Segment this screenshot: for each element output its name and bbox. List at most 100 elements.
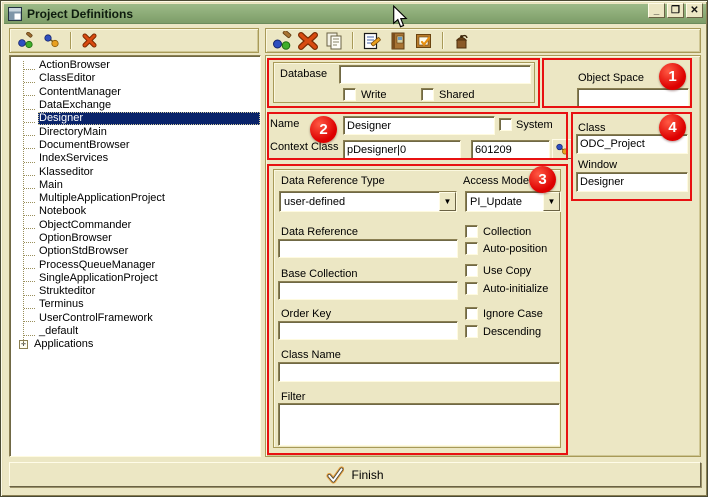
use-copy-checkbox[interactable] [465,264,478,277]
data-reference-type-label: Data Reference Type [281,175,385,187]
system-label: System [516,119,553,131]
tree-item[interactable]: ActionBrowser [24,59,260,72]
tree-item[interactable]: Strukteditor [24,285,260,298]
tree-connector [24,328,35,336]
auto-position-checkbox[interactable] [465,242,478,255]
collection-checkbox[interactable] [465,225,478,238]
name-input[interactable] [343,116,495,135]
tree-connector [24,301,35,309]
tree-item-label: OptionStdBrowser [38,245,131,258]
tree-item[interactable]: Main [24,179,260,192]
tree-connector [24,88,35,96]
write-label: Write [361,89,386,101]
tree-item[interactable]: Terminus [24,298,260,311]
delete-icon[interactable] [297,30,318,51]
tree-item-label: SingleApplicationProject [38,272,161,285]
tree-item[interactable]: ObjectCommander [24,219,260,232]
tree-item-label: Strukteditor [38,285,98,298]
tree-item-label: DirectoryMain [38,126,110,139]
tree-item[interactable]: +Applications [24,338,260,351]
tree-item-label: ObjectCommander [38,219,134,232]
project-definitions-window: Project Definitions _ ❒ ✕ [0,0,708,497]
tree-item-label: UserControlFramework [38,312,156,325]
project-tree: ActionBrowserClassEditorContentManagerDa… [9,55,261,457]
class-picker-button[interactable] [552,139,572,159]
delete-icon[interactable] [79,30,100,51]
tree-connector [24,274,35,282]
ignore-case-checkbox[interactable] [465,307,478,320]
tree-connector [24,181,35,189]
tree-item[interactable]: SingleApplicationProject [24,272,260,285]
tree-connector [24,155,35,163]
tree-connector [24,221,35,229]
tree-item[interactable]: DataExchange [24,99,260,112]
mill-icon[interactable] [451,30,472,51]
data-reference-input[interactable] [278,239,458,258]
write-checkbox[interactable] [343,88,356,101]
class-name-label: Class Name [281,349,341,361]
tree-item[interactable]: _default [24,325,260,338]
catalog-icon[interactable] [387,30,408,51]
filter-textarea[interactable] [278,403,560,446]
window-input[interactable] [576,172,688,192]
window-title: Project Definitions [27,7,133,21]
tree-item[interactable]: OptionBrowser [24,232,260,245]
tree-item[interactable]: UserControlFramework [24,312,260,325]
tree-connector [24,115,35,123]
tree-item[interactable]: ContentManager [24,86,260,99]
object-space-input[interactable] [577,88,689,107]
titlebar: Project Definitions [4,4,706,24]
context-class-label: Context Class [270,141,338,153]
tree-list: ActionBrowserClassEditorContentManagerDa… [24,59,260,352]
tree-item[interactable]: DirectoryMain [24,125,260,138]
edit-icon[interactable] [361,30,382,51]
tree-item[interactable]: Notebook [24,205,260,218]
base-collection-input[interactable] [278,281,458,300]
minimize-button[interactable]: _ [648,3,665,18]
maximize-button[interactable]: ❒ [667,3,684,18]
tree-item-label: Designer [38,112,260,125]
tree-item[interactable]: ClassEditor [24,72,260,85]
tree-connector [24,141,35,149]
filter-label: Filter [281,391,305,403]
tree-item[interactable]: DocumentBrowser [24,139,260,152]
tree-item-label: ContentManager [38,86,124,99]
base-collection-label: Base Collection [281,268,357,280]
link-objects-icon[interactable] [41,30,62,51]
tree-connector [24,168,35,176]
tree-item[interactable]: IndexServices [24,152,260,165]
descending-checkbox[interactable] [465,325,478,338]
database-input[interactable] [339,65,531,84]
tree-toolbar [9,28,259,53]
tree-item[interactable]: Designer [24,112,260,125]
shared-checkbox[interactable] [421,88,434,101]
context-class-id-input[interactable] [471,140,550,159]
order-key-input[interactable] [278,321,458,340]
data-reference-type-select[interactable]: user-defined ▼ [279,191,457,212]
access-mode-label: Access Mode [463,175,529,187]
edit-picture-icon[interactable] [413,30,434,51]
new-object-icon[interactable] [15,30,36,51]
tree-item-label: Klasseditor [38,166,96,179]
chevron-down-icon[interactable]: ▼ [543,192,560,211]
tree-item-label: ClassEditor [38,72,98,85]
finish-button[interactable]: Finish [9,462,701,487]
tree-item[interactable]: Klasseditor [24,165,260,178]
chevron-down-icon[interactable]: ▼ [439,192,456,211]
auto-initialize-checkbox[interactable] [465,282,478,295]
tree-item[interactable]: MultipleApplicationProject [24,192,260,205]
new-object-icon[interactable] [271,30,292,51]
context-class-input[interactable] [343,140,461,159]
tree-item[interactable]: OptionStdBrowser [24,245,260,258]
class-name-input[interactable] [278,362,560,382]
tree-item-label: DocumentBrowser [38,139,132,152]
system-checkbox[interactable] [499,118,512,131]
toolbar-separator [70,32,71,49]
tree-item-label: Main [38,179,66,192]
class-input[interactable] [576,134,688,154]
tree-item[interactable]: ProcessQueueManager [24,258,260,271]
access-mode-select[interactable]: PI_Update ▼ [465,191,561,212]
copy-icon[interactable] [323,30,344,51]
collection-label: Collection [483,226,531,238]
close-button[interactable]: ✕ [686,3,703,18]
